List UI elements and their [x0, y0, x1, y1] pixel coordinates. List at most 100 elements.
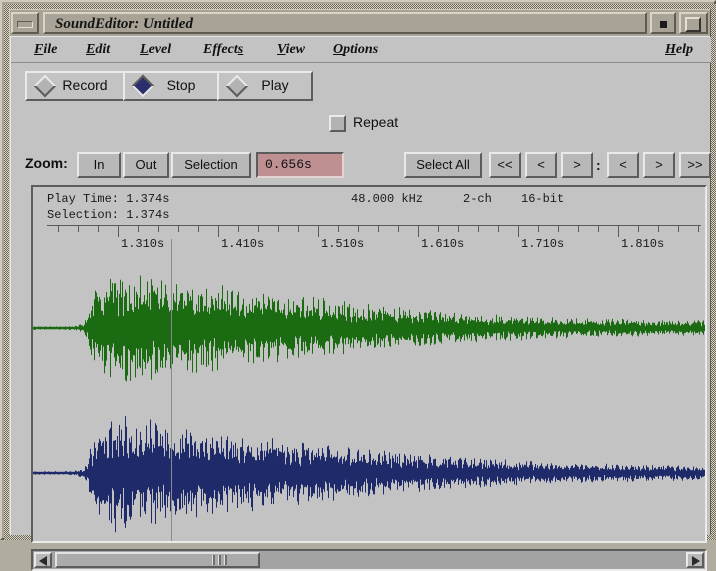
zoom-selection-button[interactable]: Selection [171, 152, 251, 178]
window-menu-icon [17, 21, 33, 28]
play-button-label: Play [261, 77, 289, 93]
ruler-label: 1.310s [121, 237, 165, 251]
scrollbar-grip-line [218, 555, 221, 565]
scrollbar-grip-line [212, 555, 215, 565]
minimize-icon [660, 21, 667, 28]
ruler-label: 1.710s [521, 237, 565, 251]
minimize-button[interactable] [650, 12, 676, 34]
zoom-toolbar: Zoom: 0.656s : In Out Selection Select All <… [11, 147, 711, 183]
ruler-major-tick [518, 225, 519, 237]
ruler-minor-tick [438, 225, 439, 232]
ruler-minor-tick [298, 225, 299, 232]
ruler-minor-tick [578, 225, 579, 232]
ruler-minor-tick [158, 225, 159, 232]
ruler-major-tick [418, 225, 419, 237]
record-button[interactable]: Record [25, 71, 125, 101]
zoom-out-button[interactable]: Out [123, 152, 169, 178]
horizontal-scrollbar[interactable] [31, 549, 707, 571]
ruler-minor-tick [598, 225, 599, 232]
ruler-label: 1.510s [321, 237, 365, 251]
select-all-button[interactable]: Select All [404, 152, 482, 178]
menu-item-view[interactable]: View [272, 40, 310, 60]
nav-forward-button[interactable]: > [561, 152, 593, 178]
ruler-baseline [47, 225, 701, 226]
sample-rate-readout: 48.000 kHz [351, 192, 424, 206]
nav-sel-left-button[interactable]: < [607, 152, 639, 178]
menu-item-help[interactable]: Help [660, 40, 698, 60]
menu-item-options[interactable]: Options [328, 40, 383, 60]
menu-bar: File Edit Level Effects View Options Help [11, 37, 711, 63]
menu-item-effects[interactable]: Effects [198, 40, 248, 60]
scroll-right-button[interactable] [686, 552, 704, 568]
application-window: SoundEditor: Untitled File Edit Level Effec… [0, 0, 716, 571]
window-menu-button[interactable] [11, 12, 39, 34]
waveform-left-channel [33, 275, 705, 382]
record-button-label: Record [62, 77, 108, 93]
ruler-label: 1.810s [621, 237, 665, 251]
maximize-button[interactable] [679, 12, 708, 34]
waveform-canvas-area[interactable] [33, 253, 705, 541]
ruler-minor-tick [198, 225, 199, 232]
scrollbar-grip-line [224, 555, 227, 565]
bit-depth-readout: 16-bit [521, 192, 565, 206]
ruler-major-tick [318, 225, 319, 237]
menu-item-file[interactable]: File [29, 40, 62, 60]
scroll-left-icon [39, 556, 47, 566]
waveform-right-channel [33, 416, 705, 533]
ruler-minor-tick [138, 225, 139, 232]
menu-item-edit[interactable]: Edit [81, 40, 115, 60]
channel-count-readout: 2-ch [463, 192, 492, 206]
ruler-minor-tick [658, 225, 659, 232]
page-title: SoundEditor: Untitled [55, 16, 193, 32]
zoom-in-button[interactable]: In [77, 152, 121, 178]
ruler-minor-tick [398, 225, 399, 232]
nav-rewind-button[interactable]: < [525, 152, 557, 178]
scrollbar-grip [212, 555, 256, 565]
repeat-checkbox-label: Repeat [353, 114, 399, 130]
nav-sel-forward-button[interactable]: >> [679, 152, 711, 178]
play-time-readout: Play Time: 1.374s [47, 192, 170, 206]
ruler-minor-tick [338, 225, 339, 232]
ruler-minor-tick [258, 225, 259, 232]
scroll-right-icon [692, 556, 700, 566]
ruler-minor-tick [178, 225, 179, 232]
ruler-label: 1.410s [221, 237, 265, 251]
ruler-major-tick [218, 225, 219, 237]
ruler-major-tick [118, 225, 119, 237]
main-panel: File Edit Level Effects View Options Help Reco… [10, 36, 711, 571]
title-bar[interactable]: SoundEditor: Untitled [10, 10, 710, 36]
nav-sel-right-button[interactable]: > [643, 152, 675, 178]
ruler-minor-tick [278, 225, 279, 232]
ruler-minor-tick [98, 225, 99, 232]
time-ruler[interactable]: 1.310s 1.410s 1.510s 1.610s 1.710s 1.810s [33, 225, 705, 255]
scrollbar-thumb[interactable] [55, 552, 260, 568]
ruler-label: 1.610s [421, 237, 465, 251]
ruler-minor-tick [238, 225, 239, 232]
ruler-minor-tick [698, 225, 699, 232]
nav-separator: : [596, 157, 601, 173]
ruler-minor-tick [358, 225, 359, 232]
repeat-checkbox[interactable] [329, 115, 346, 132]
ruler-minor-tick [478, 225, 479, 232]
waveform-display[interactable]: Play Time: 1.374s Selection: 1.374s 48.0… [31, 185, 707, 543]
title-text-area: SoundEditor: Untitled [43, 12, 647, 34]
ruler-minor-tick [678, 225, 679, 232]
playback-cursor[interactable] [171, 253, 172, 541]
play-button[interactable]: Play [217, 71, 313, 101]
ruler-minor-tick [638, 225, 639, 232]
ruler-minor-tick [498, 225, 499, 232]
stop-button-label: Stop [166, 77, 196, 93]
ruler-minor-tick [558, 225, 559, 232]
ruler-major-tick [618, 225, 619, 237]
nav-rewind-all-button[interactable]: << [489, 152, 521, 178]
transport-toolbar: Record Stop Play [11, 63, 711, 105]
maximize-icon [685, 17, 701, 32]
selection-readout: Selection: 1.374s [47, 208, 170, 222]
ruler-minor-tick [378, 225, 379, 232]
zoom-duration-field[interactable]: 0.656s [256, 152, 344, 178]
menu-item-level[interactable]: Level [135, 40, 176, 60]
ruler-minor-tick [58, 225, 59, 232]
stop-button[interactable]: Stop [123, 71, 219, 101]
scroll-left-button[interactable] [34, 552, 52, 568]
ruler-minor-tick [538, 225, 539, 232]
